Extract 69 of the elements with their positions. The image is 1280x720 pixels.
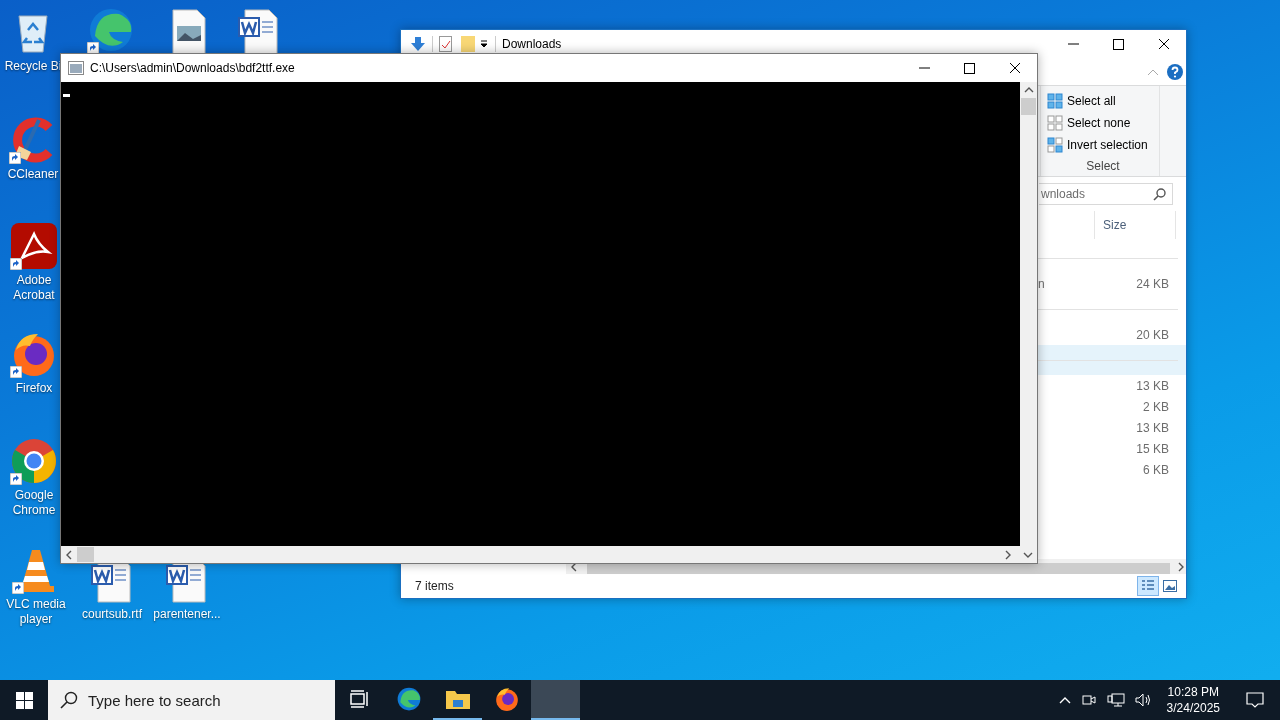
folder-icon (444, 688, 471, 710)
scrollbar-thumb[interactable] (77, 547, 94, 562)
shortcut-arrow-icon (10, 366, 22, 378)
file-name: n (1038, 276, 1045, 291)
scroll-right-icon[interactable] (1176, 561, 1186, 572)
windows-logo-icon (15, 691, 33, 709)
column-header[interactable]: Size (1094, 211, 1176, 239)
minimize-icon (919, 67, 930, 69)
scrollbar-thumb[interactable] (1021, 98, 1036, 115)
text-cursor (63, 94, 70, 97)
edge-icon (395, 686, 422, 712)
clock[interactable]: 10:28 PM 3/24/2025 (1160, 684, 1226, 716)
shortcut-arrow-icon (10, 258, 22, 270)
taskbar-search-field[interactable]: Type here to search (48, 680, 335, 720)
window-title: C:\Users\admin\Downloads\bdf2ttf.exe (90, 61, 295, 75)
desktop-icon-label[interactable]: Adobe Acrobat (4, 273, 64, 303)
file-size: 15 KB (1136, 441, 1169, 456)
close-icon (1008, 62, 1021, 74)
search-field[interactable]: wnloads (1039, 183, 1173, 205)
invert-selection-icon (1047, 137, 1063, 153)
shortcut-arrow-icon (9, 152, 21, 164)
desktop-icon-label[interactable]: courtsub.rtf (82, 607, 142, 622)
task-view-icon (349, 690, 370, 708)
large-icons-view-icon (1163, 580, 1177, 592)
desktop-icon-label[interactable]: parentener... (153, 607, 221, 622)
folder-icon (461, 36, 475, 52)
download-arrow-icon (410, 36, 426, 52)
camera-icon (1080, 692, 1097, 708)
search-icon (1153, 187, 1166, 201)
help-icon[interactable] (1167, 63, 1183, 80)
dropdown-caret-icon[interactable] (479, 39, 489, 49)
desktop-icon-label[interactable]: VLC media player (2, 597, 70, 627)
minimize-icon (1068, 43, 1079, 45)
desktop-icon-label[interactable]: CCleaner (7, 167, 59, 182)
file-size: 20 KB (1136, 327, 1169, 342)
file-size: 6 KB (1143, 462, 1169, 477)
search-icon (60, 691, 78, 709)
scroll-up-icon[interactable] (1023, 85, 1034, 95)
speaker-icon (1134, 692, 1153, 708)
window-title: Downloads (502, 37, 562, 51)
ribbon-command[interactable]: Select none (1047, 112, 1159, 134)
maximize-icon (1113, 38, 1124, 50)
desktop-icon-label[interactable]: Firefox (15, 381, 53, 396)
maximize-icon (964, 62, 975, 74)
details-view-button[interactable] (1137, 576, 1159, 596)
console-icon (68, 61, 84, 75)
network-button[interactable] (1104, 690, 1127, 710)
file-size: 24 KB (1136, 276, 1169, 291)
scroll-right-icon[interactable] (1003, 549, 1013, 560)
file-size: 13 KB (1136, 378, 1169, 393)
select-none-icon (1047, 115, 1063, 131)
network-icon (1106, 692, 1125, 708)
details-view-icon (1141, 579, 1155, 593)
chevron-up-icon (1058, 696, 1071, 704)
desktop-icon-label[interactable]: Google Chrome (4, 488, 64, 518)
ribbon-group-label: Select (1085, 159, 1121, 173)
file-size: 2 KB (1143, 399, 1169, 414)
firefox-icon (493, 686, 520, 712)
file-size: 13 KB (1136, 420, 1169, 435)
ribbon-command[interactable]: Select all (1047, 90, 1159, 112)
speech-bubble-icon (1246, 691, 1264, 709)
shortcut-arrow-icon (12, 582, 24, 594)
ribbon-command[interactable]: Invert selection (1047, 134, 1159, 156)
status-text: 7 items (415, 579, 454, 593)
close-icon (1157, 38, 1170, 50)
scrollbar-thumb[interactable] (586, 563, 1171, 574)
select-all-icon (1047, 93, 1063, 109)
shortcut-arrow-icon (10, 473, 22, 485)
scroll-left-icon[interactable] (64, 549, 74, 560)
